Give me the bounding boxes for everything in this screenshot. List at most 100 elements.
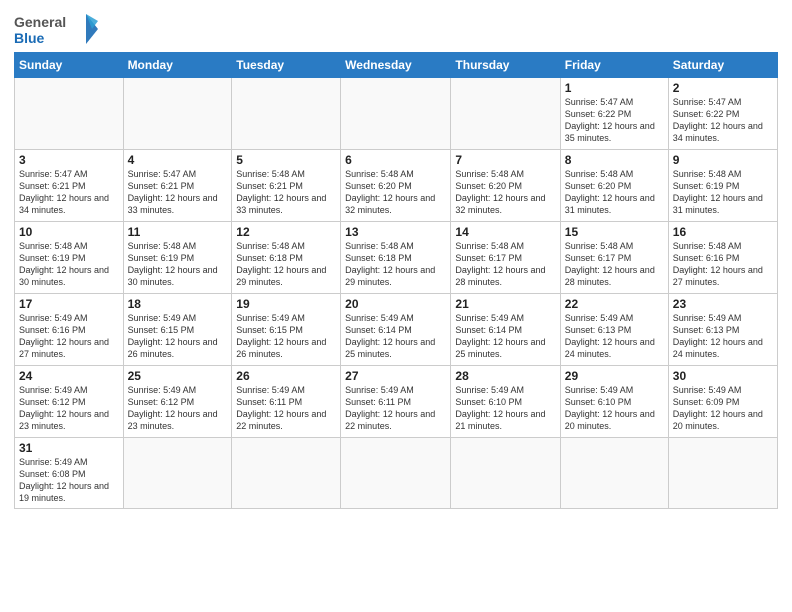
day-info: Sunrise: 5:48 AM Sunset: 6:21 PM Dayligh… [236, 168, 336, 217]
calendar-cell: 18Sunrise: 5:49 AM Sunset: 6:15 PM Dayli… [123, 294, 232, 366]
calendar-cell [668, 438, 777, 509]
day-number: 27 [345, 369, 446, 383]
calendar-cell [341, 438, 451, 509]
logo: General Blue [14, 10, 104, 48]
calendar-cell: 25Sunrise: 5:49 AM Sunset: 6:12 PM Dayli… [123, 366, 232, 438]
calendar-cell: 3Sunrise: 5:47 AM Sunset: 6:21 PM Daylig… [15, 150, 124, 222]
day-number: 22 [565, 297, 664, 311]
calendar-cell: 30Sunrise: 5:49 AM Sunset: 6:09 PM Dayli… [668, 366, 777, 438]
day-info: Sunrise: 5:49 AM Sunset: 6:13 PM Dayligh… [673, 312, 773, 361]
day-info: Sunrise: 5:49 AM Sunset: 6:09 PM Dayligh… [673, 384, 773, 433]
col-header-saturday: Saturday [668, 53, 777, 78]
calendar-cell: 20Sunrise: 5:49 AM Sunset: 6:14 PM Dayli… [341, 294, 451, 366]
calendar-week-row: 24Sunrise: 5:49 AM Sunset: 6:12 PM Dayli… [15, 366, 778, 438]
col-header-thursday: Thursday [451, 53, 560, 78]
calendar-cell: 19Sunrise: 5:49 AM Sunset: 6:15 PM Dayli… [232, 294, 341, 366]
calendar-cell [123, 438, 232, 509]
day-info: Sunrise: 5:49 AM Sunset: 6:08 PM Dayligh… [19, 456, 119, 505]
calendar-week-row: 10Sunrise: 5:48 AM Sunset: 6:19 PM Dayli… [15, 222, 778, 294]
day-number: 5 [236, 153, 336, 167]
day-number: 11 [128, 225, 228, 239]
day-number: 29 [565, 369, 664, 383]
day-number: 21 [455, 297, 555, 311]
day-info: Sunrise: 5:47 AM Sunset: 6:22 PM Dayligh… [673, 96, 773, 145]
day-number: 30 [673, 369, 773, 383]
day-info: Sunrise: 5:48 AM Sunset: 6:19 PM Dayligh… [128, 240, 228, 289]
calendar-cell: 8Sunrise: 5:48 AM Sunset: 6:20 PM Daylig… [560, 150, 668, 222]
calendar-cell [451, 438, 560, 509]
calendar-cell: 6Sunrise: 5:48 AM Sunset: 6:20 PM Daylig… [341, 150, 451, 222]
calendar-cell: 15Sunrise: 5:48 AM Sunset: 6:17 PM Dayli… [560, 222, 668, 294]
col-header-monday: Monday [123, 53, 232, 78]
day-number: 1 [565, 81, 664, 95]
day-number: 17 [19, 297, 119, 311]
day-info: Sunrise: 5:48 AM Sunset: 6:16 PM Dayligh… [673, 240, 773, 289]
day-info: Sunrise: 5:49 AM Sunset: 6:12 PM Dayligh… [128, 384, 228, 433]
calendar-cell: 28Sunrise: 5:49 AM Sunset: 6:10 PM Dayli… [451, 366, 560, 438]
day-number: 9 [673, 153, 773, 167]
calendar-cell: 14Sunrise: 5:48 AM Sunset: 6:17 PM Dayli… [451, 222, 560, 294]
day-info: Sunrise: 5:47 AM Sunset: 6:22 PM Dayligh… [565, 96, 664, 145]
day-number: 14 [455, 225, 555, 239]
col-header-friday: Friday [560, 53, 668, 78]
calendar-cell: 26Sunrise: 5:49 AM Sunset: 6:11 PM Dayli… [232, 366, 341, 438]
day-number: 15 [565, 225, 664, 239]
calendar-cell: 11Sunrise: 5:48 AM Sunset: 6:19 PM Dayli… [123, 222, 232, 294]
header: General Blue [14, 10, 778, 48]
calendar-week-row: 1Sunrise: 5:47 AM Sunset: 6:22 PM Daylig… [15, 78, 778, 150]
day-number: 20 [345, 297, 446, 311]
day-info: Sunrise: 5:49 AM Sunset: 6:15 PM Dayligh… [128, 312, 228, 361]
col-header-sunday: Sunday [15, 53, 124, 78]
calendar-cell [15, 78, 124, 150]
calendar-week-row: 31Sunrise: 5:49 AM Sunset: 6:08 PM Dayli… [15, 438, 778, 509]
day-number: 24 [19, 369, 119, 383]
calendar-cell: 10Sunrise: 5:48 AM Sunset: 6:19 PM Dayli… [15, 222, 124, 294]
calendar-cell: 21Sunrise: 5:49 AM Sunset: 6:14 PM Dayli… [451, 294, 560, 366]
day-number: 6 [345, 153, 446, 167]
day-number: 13 [345, 225, 446, 239]
day-number: 16 [673, 225, 773, 239]
calendar-cell: 5Sunrise: 5:48 AM Sunset: 6:21 PM Daylig… [232, 150, 341, 222]
calendar-cell: 27Sunrise: 5:49 AM Sunset: 6:11 PM Dayli… [341, 366, 451, 438]
day-info: Sunrise: 5:49 AM Sunset: 6:10 PM Dayligh… [565, 384, 664, 433]
day-info: Sunrise: 5:48 AM Sunset: 6:19 PM Dayligh… [19, 240, 119, 289]
day-number: 10 [19, 225, 119, 239]
day-number: 8 [565, 153, 664, 167]
day-info: Sunrise: 5:49 AM Sunset: 6:16 PM Dayligh… [19, 312, 119, 361]
day-number: 26 [236, 369, 336, 383]
day-number: 4 [128, 153, 228, 167]
calendar-cell: 4Sunrise: 5:47 AM Sunset: 6:21 PM Daylig… [123, 150, 232, 222]
day-number: 19 [236, 297, 336, 311]
day-info: Sunrise: 5:47 AM Sunset: 6:21 PM Dayligh… [19, 168, 119, 217]
col-header-tuesday: Tuesday [232, 53, 341, 78]
day-info: Sunrise: 5:47 AM Sunset: 6:21 PM Dayligh… [128, 168, 228, 217]
calendar-week-row: 3Sunrise: 5:47 AM Sunset: 6:21 PM Daylig… [15, 150, 778, 222]
svg-text:Blue: Blue [14, 30, 45, 46]
calendar-cell [341, 78, 451, 150]
day-info: Sunrise: 5:49 AM Sunset: 6:13 PM Dayligh… [565, 312, 664, 361]
calendar-cell [451, 78, 560, 150]
calendar-header-row: SundayMondayTuesdayWednesdayThursdayFrid… [15, 53, 778, 78]
logo-svg: General Blue [14, 10, 104, 48]
day-number: 25 [128, 369, 228, 383]
day-info: Sunrise: 5:48 AM Sunset: 6:17 PM Dayligh… [565, 240, 664, 289]
day-number: 28 [455, 369, 555, 383]
calendar-week-row: 17Sunrise: 5:49 AM Sunset: 6:16 PM Dayli… [15, 294, 778, 366]
calendar-cell: 13Sunrise: 5:48 AM Sunset: 6:18 PM Dayli… [341, 222, 451, 294]
day-info: Sunrise: 5:48 AM Sunset: 6:20 PM Dayligh… [455, 168, 555, 217]
calendar-table: SundayMondayTuesdayWednesdayThursdayFrid… [14, 52, 778, 509]
calendar-cell: 16Sunrise: 5:48 AM Sunset: 6:16 PM Dayli… [668, 222, 777, 294]
day-number: 2 [673, 81, 773, 95]
day-info: Sunrise: 5:49 AM Sunset: 6:12 PM Dayligh… [19, 384, 119, 433]
calendar-cell: 9Sunrise: 5:48 AM Sunset: 6:19 PM Daylig… [668, 150, 777, 222]
col-header-wednesday: Wednesday [341, 53, 451, 78]
day-number: 31 [19, 441, 119, 455]
svg-text:General: General [14, 14, 66, 30]
day-info: Sunrise: 5:48 AM Sunset: 6:20 PM Dayligh… [345, 168, 446, 217]
day-info: Sunrise: 5:48 AM Sunset: 6:19 PM Dayligh… [673, 168, 773, 217]
day-info: Sunrise: 5:49 AM Sunset: 6:15 PM Dayligh… [236, 312, 336, 361]
day-info: Sunrise: 5:49 AM Sunset: 6:14 PM Dayligh… [455, 312, 555, 361]
day-number: 18 [128, 297, 228, 311]
calendar-cell: 2Sunrise: 5:47 AM Sunset: 6:22 PM Daylig… [668, 78, 777, 150]
day-info: Sunrise: 5:48 AM Sunset: 6:17 PM Dayligh… [455, 240, 555, 289]
